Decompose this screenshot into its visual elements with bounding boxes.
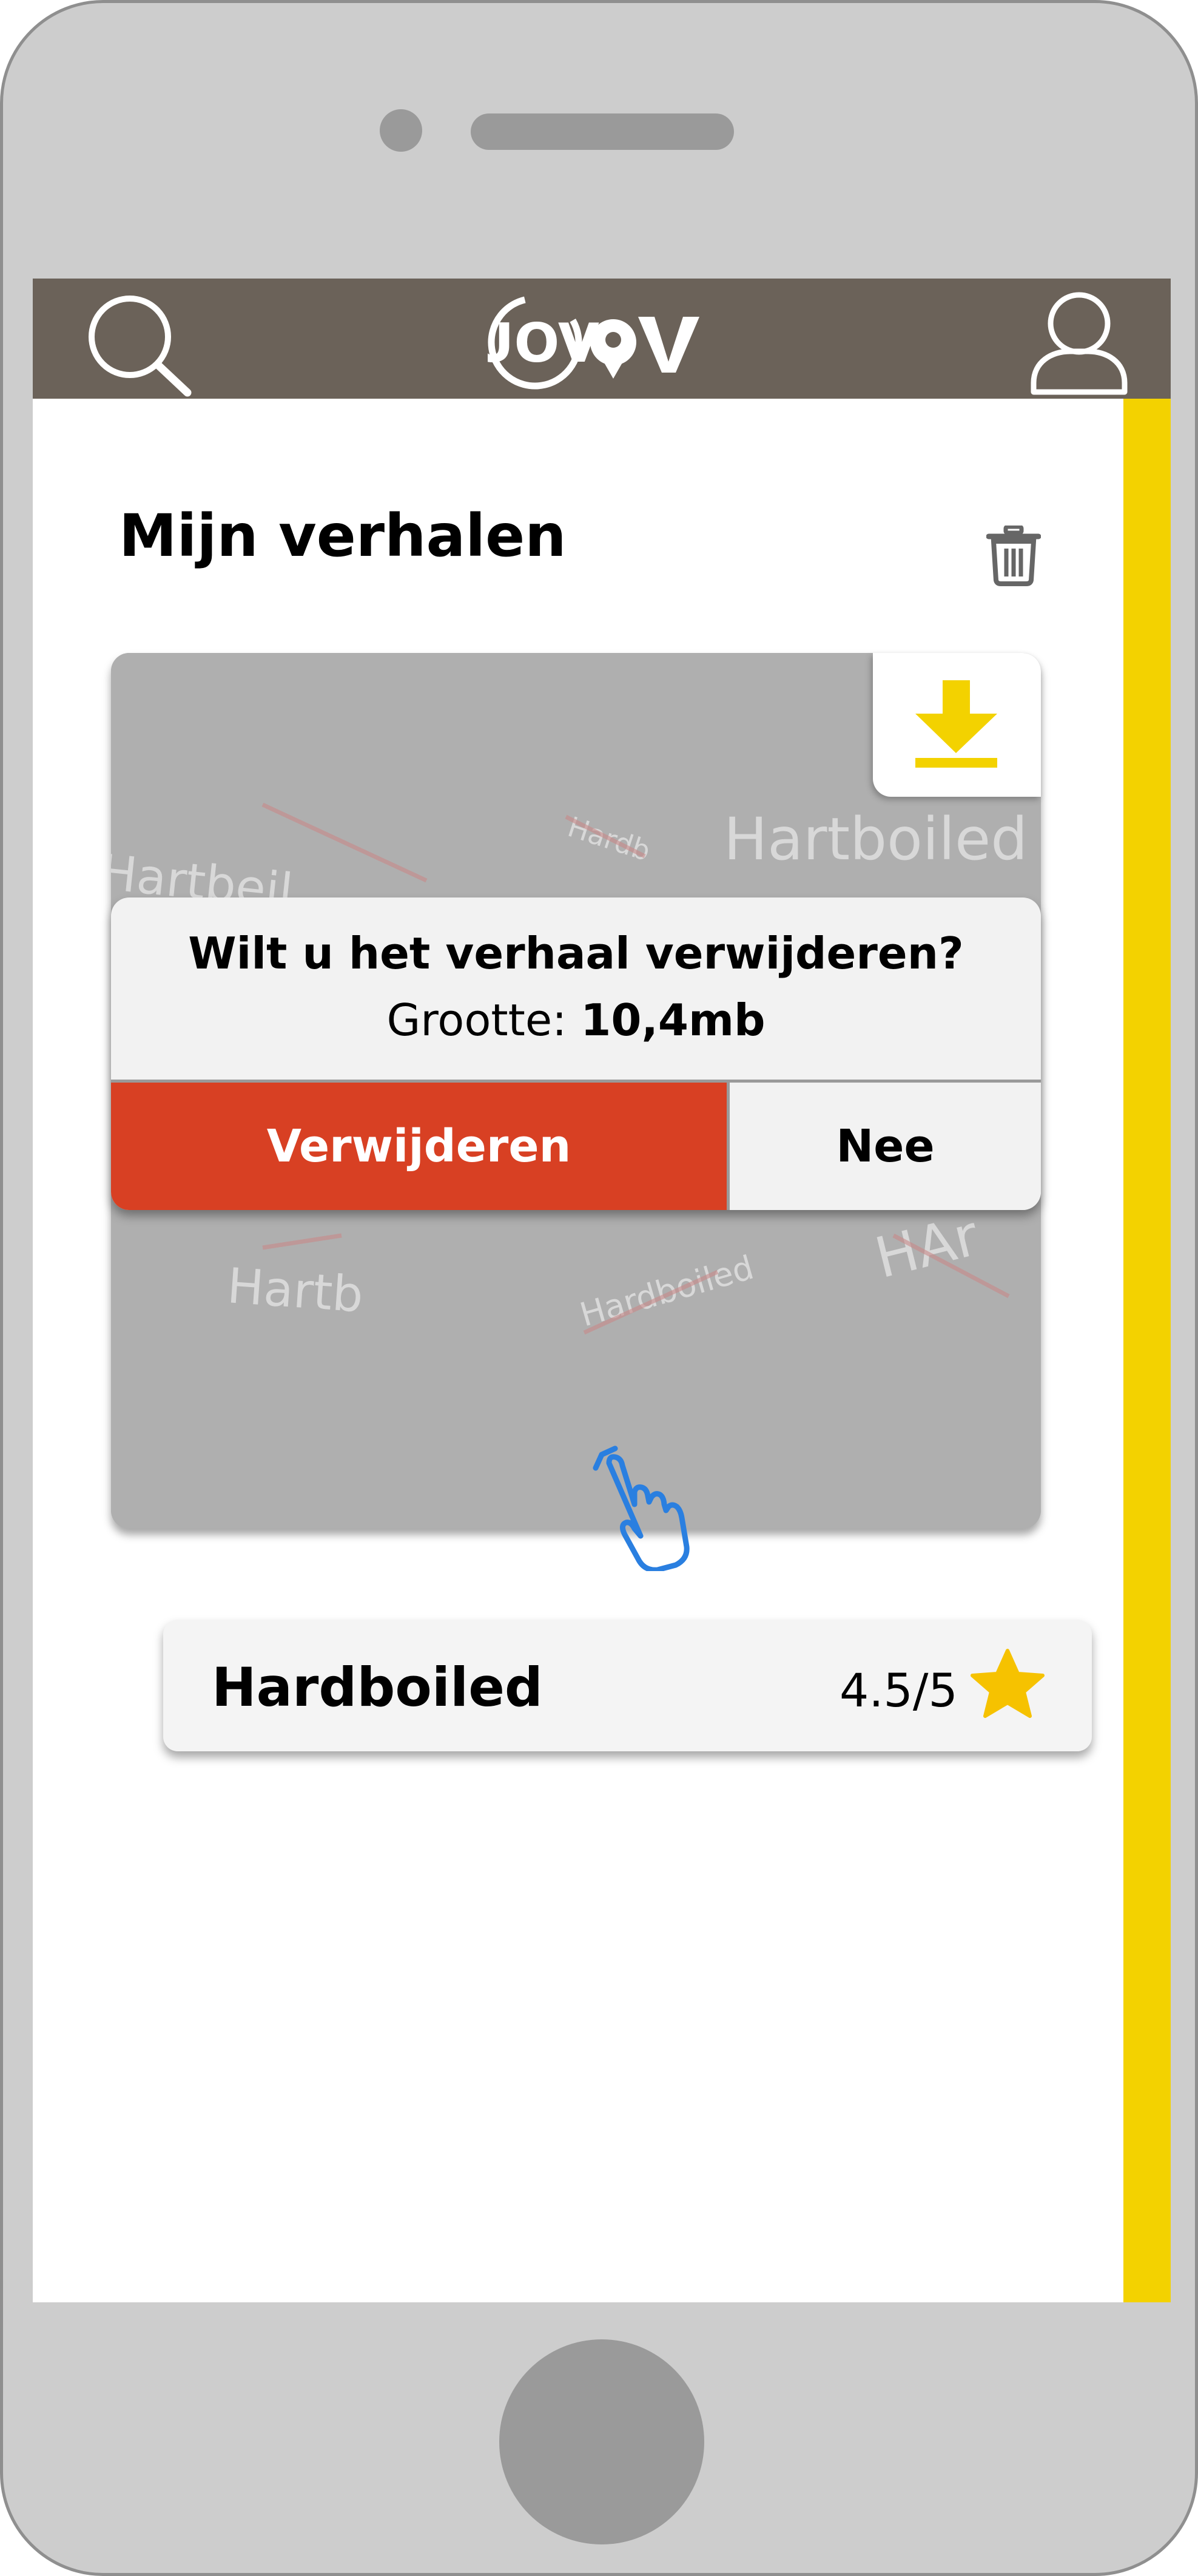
user-icon[interactable] [1028, 286, 1131, 399]
size-label: Grootte: [386, 995, 567, 1046]
cover-text: Hartboiled [724, 805, 1028, 873]
logo-letter: UOV [488, 312, 599, 374]
story-info-bar[interactable]: Hardboiled 4.5/5 [163, 1620, 1092, 1751]
search-icon[interactable] [78, 289, 200, 399]
scroll-indicator-rail [1123, 399, 1171, 2302]
dialog-size-line: Grootte: 10,4mb [111, 995, 1041, 1046]
home-button[interactable] [499, 2339, 704, 2544]
front-camera [380, 109, 422, 152]
star-icon [971, 1649, 1045, 1718]
dialog-question: Wilt u het verhaal verwijderen? [188, 928, 964, 979]
confirm-delete-button[interactable]: Verwijderen [111, 1083, 727, 1210]
delete-confirm-dialog: Wilt u het verhaal verwijderen? Grootte:… [111, 898, 1041, 1210]
story-title: Hardboiled [212, 1656, 543, 1719]
hand-pointer-icon [593, 1445, 690, 1571]
trash-icon[interactable] [986, 526, 1041, 586]
top-bar: UOV [33, 279, 1171, 399]
download-button[interactable] [873, 653, 1041, 797]
story-rating: 4.5/5 [840, 1663, 958, 1717]
phone-frame: UOV Mijn verhalen Hartboiled Hartbeil Ha… [0, 0, 1198, 2576]
page-title: Mijn verhalen [119, 502, 567, 570]
cancel-button[interactable]: Nee [730, 1083, 1041, 1210]
app-logo: UOV [488, 295, 699, 390]
size-value: 10,4mb [580, 995, 766, 1046]
app-screen: UOV Mijn verhalen Hartboiled Hartbeil Ha… [33, 279, 1171, 2302]
download-icon [915, 680, 997, 768]
earpiece-speaker [471, 113, 734, 150]
cover-text: Hartb [226, 1257, 365, 1323]
